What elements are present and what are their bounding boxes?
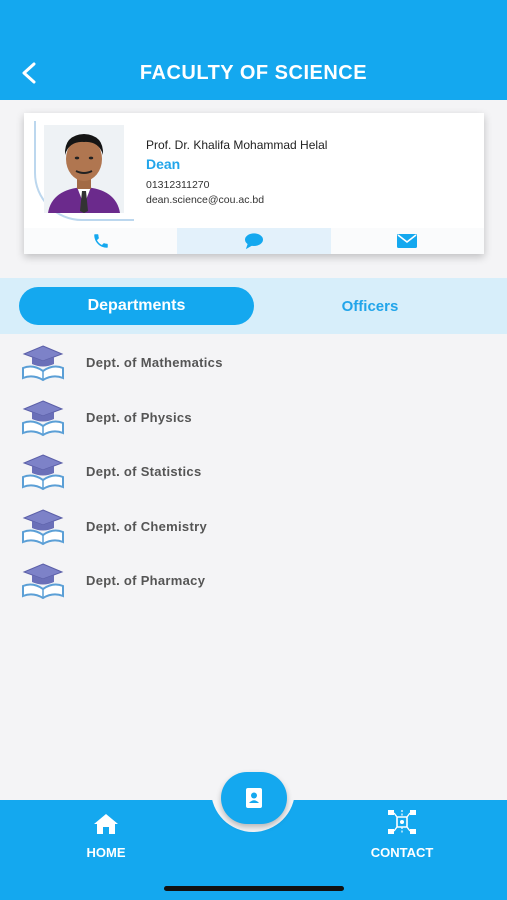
list-item[interactable]: Dept. of Chemistry <box>0 500 507 555</box>
tab-officers[interactable]: Officers <box>284 287 456 325</box>
network-icon <box>388 810 416 834</box>
dean-phone: 01312311270 <box>146 179 210 191</box>
mail-icon <box>397 234 418 248</box>
phone-icon <box>93 234 108 248</box>
department-label: Dept. of Chemistry <box>86 518 207 534</box>
home-indicator <box>164 886 344 891</box>
dean-card: Prof. Dr. Khalifa Mohammad Helal Dean 01… <box>24 113 484 254</box>
department-label: Dept. of Physics <box>86 409 192 425</box>
tab-departments[interactable]: Departments <box>19 287 254 325</box>
department-label: Dept. of Pharmacy <box>86 573 206 588</box>
graduation-book-icon <box>22 508 64 545</box>
dean-email: dean.science@cou.ac.bd <box>146 194 265 206</box>
contact-actions <box>24 228 484 254</box>
department-label: Dept. of Statistics <box>86 464 202 479</box>
graduation-book-icon <box>22 454 64 491</box>
dean-photo <box>44 125 124 213</box>
graduation-book-icon <box>22 563 64 600</box>
list-item[interactable]: Dept. of Pharmacy <box>0 554 507 609</box>
page-title: FACULTY OF SCIENCE <box>139 62 368 84</box>
department-list: Dept. of Mathematics Dept. of Physics De… <box>0 336 507 609</box>
nav-contact-label: CONTACT <box>370 845 434 860</box>
nav-home-label: HOME <box>86 845 126 860</box>
graduation-book-icon <box>22 399 64 436</box>
nav-contact[interactable]: CONTACT <box>360 808 444 860</box>
center-fab-button[interactable] <box>221 772 287 824</box>
list-item[interactable]: Dept. of Physics <box>0 391 507 446</box>
chat-icon <box>244 233 263 250</box>
home-icon <box>94 814 118 834</box>
tab-bar: Departments Officers <box>0 278 507 334</box>
app-header: FACULTY OF SCIENCE <box>0 0 507 100</box>
nav-home[interactable]: HOME <box>70 812 142 860</box>
list-item[interactable]: Dept. of Mathematics <box>0 336 507 391</box>
list-item[interactable]: Dept. of Statistics <box>0 445 507 500</box>
message-button[interactable] <box>177 228 331 254</box>
contact-book-icon <box>246 788 262 808</box>
dean-name: Prof. Dr. Khalifa Mohammad Helal <box>146 138 328 152</box>
department-label: Dept. of Mathematics <box>86 355 223 370</box>
email-button[interactable] <box>330 228 484 254</box>
graduation-book-icon <box>22 345 64 382</box>
call-button[interactable] <box>24 228 178 254</box>
dean-title: Dean <box>146 156 181 172</box>
